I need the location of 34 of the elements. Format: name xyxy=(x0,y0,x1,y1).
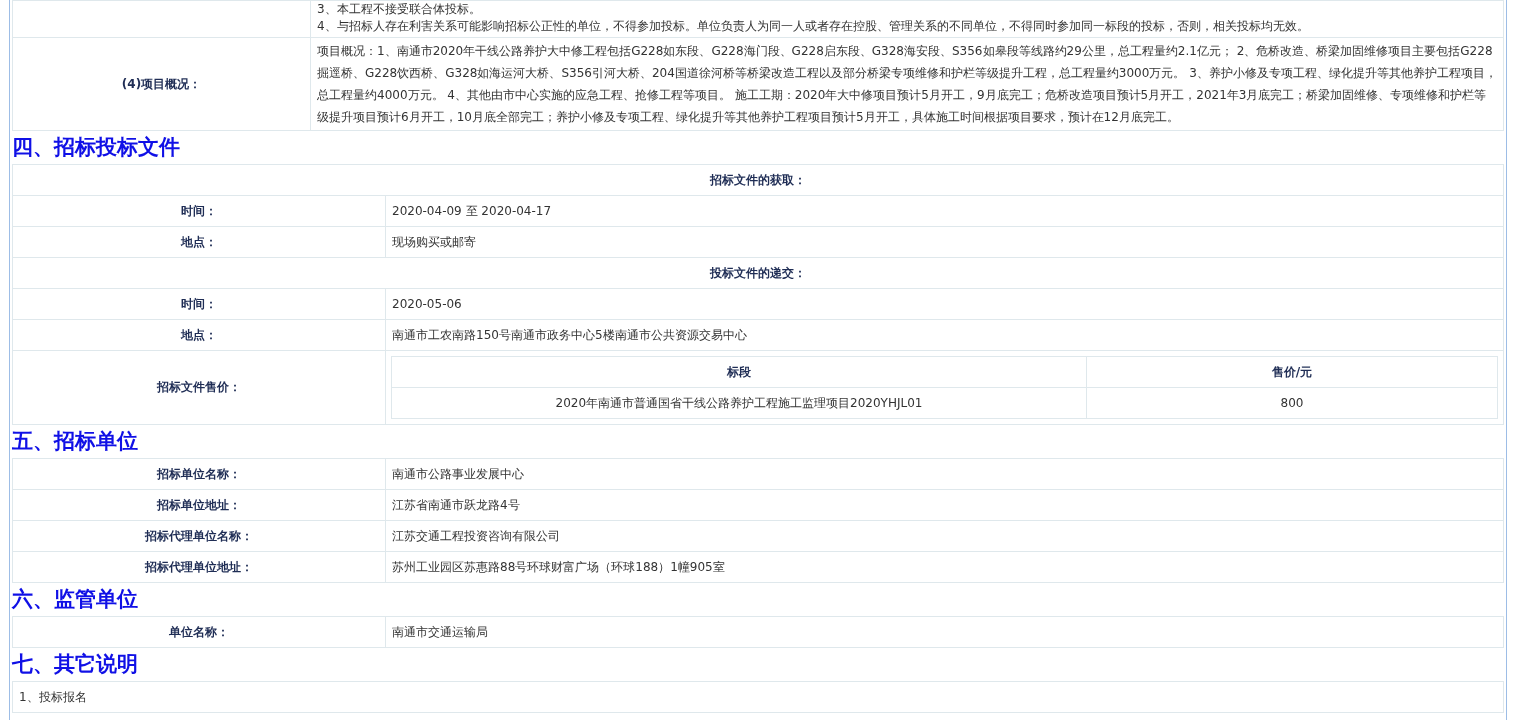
header-cell-text: 投标文件的递交： xyxy=(709,265,807,282)
label-cell: 招标代理单位地址： xyxy=(13,552,386,582)
value-cell-text: 2020-04-09 至 2020-04-17 xyxy=(391,202,553,220)
label-cell: 招标单位名称： xyxy=(13,459,386,489)
value-cell-text: 南通市工农南路150号南通市政务中心5楼南通市公共资源交易中心 xyxy=(391,326,748,344)
value-cell-text: 南通市交通运输局 xyxy=(391,623,489,641)
label-cell: 招标代理单位名称： xyxy=(13,521,386,551)
value-cell-text: 江苏省南通市跃龙路4号 xyxy=(391,496,521,514)
note-text: 1、投标报名 xyxy=(18,689,88,706)
value-cell-text: 江苏交通工程投资咨询有限公司 xyxy=(391,527,561,545)
table-cell: 2020年南通市普通国省干线公路养护工程施工监理项目2020YHJL01 xyxy=(392,388,1087,418)
section-heading: 四、招标投标文件 xyxy=(12,134,181,161)
requirement-text: 4、与招标人存在利害关系可能影响招标公正性的单位，不得参加投标。单位负责人为同一人或者存在控股、管理关系的不同单位，不得同时参加同一标段的投标，否则，相关投标均无效。 xyxy=(317,18,1310,35)
label-cell: 单位名称： xyxy=(13,617,386,647)
label-cell: (4)项目概况： xyxy=(13,38,311,130)
requirement-text: 3、本工程不接受联合体投标。 xyxy=(317,1,482,18)
section-heading: 五、招标单位 xyxy=(12,428,139,455)
label-cell: 地点： xyxy=(13,320,386,350)
column-header: 售价/元 xyxy=(1270,364,1314,381)
value-cell-text: 现场购买或邮寄 xyxy=(391,233,477,251)
overview-text: 项目概况：1、南通市2020年干线公路养护大中修工程包括G228如东段、G228海门段、G228启东段、G328海安段、S356如皋段等线路约29公里，总工程量约2.1亿元； 2、危桥改造、桥梁加固维修项目主要包括G228掘逕桥、G228饮西桥、G328如海运河大桥、S356引河大桥、204国道徐河桥等桥梁改造工程以及部分桥梁专项维修和护栏等级提升工程，总工程量约3000万元。 3、养护小修及专项工程、绿化提升等其他养护工程项目，总工程量约4000万元。 4、其他由市中心实施的应急工程、抢修工程等项目。 施工工期：2020年大中修项目预计5月开工，9月底完工；危桥改造项目预计5月开工，2021年3月底完工；桥梁加固维修、专项维修和护栏等级提升项目预计6月开工，10月底全部完工；养护小修及专项工程、绿化提升等其他养护工程项目预计5月开工，具体施工时间根据项目要求，预计在12月底完工。 xyxy=(316,43,1498,126)
table-cell-text: 800 xyxy=(1279,395,1305,412)
label-cell: 招标单位地址： xyxy=(13,490,386,520)
section-heading: 六、监管单位 xyxy=(12,586,139,613)
column-header: 标段 xyxy=(392,357,1087,387)
value-cell-text: 2020-05-06 xyxy=(391,296,463,313)
value-cell-text: 南通市公路事业发展中心 xyxy=(391,465,525,483)
label-cell: 时间： xyxy=(13,196,386,226)
value-cell-text: 苏州工业园区苏惠路88号环球财富广场（环球188）1幢905室 xyxy=(391,558,726,576)
section-heading: 七、其它说明 xyxy=(12,651,139,678)
header-cell-text: 招标文件的获取： xyxy=(709,172,807,189)
label-cell: 招标文件售价： xyxy=(13,351,386,424)
label-cell: 地点： xyxy=(13,227,386,257)
label-cell: 时间： xyxy=(13,289,386,319)
